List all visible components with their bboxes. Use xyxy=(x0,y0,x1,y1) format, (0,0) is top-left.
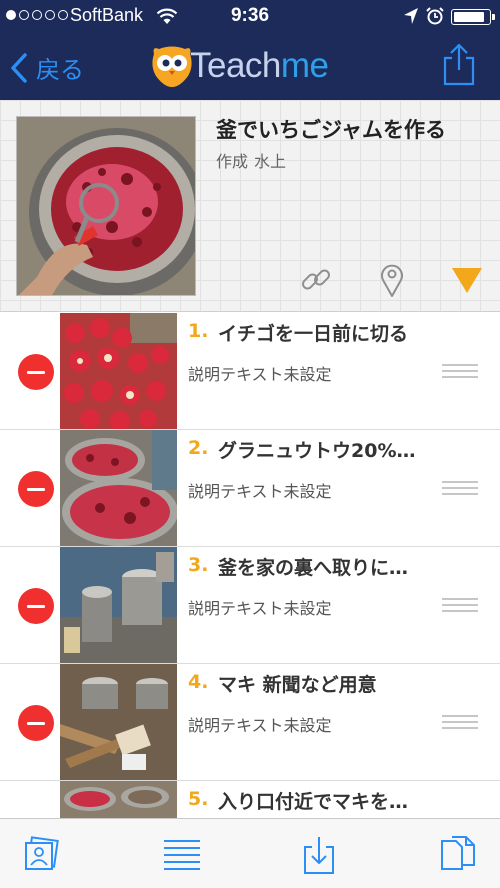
step-thumbnail[interactable] xyxy=(60,781,177,818)
battery-icon xyxy=(451,9,495,25)
step-title: イチゴを一日前に切る xyxy=(218,323,409,345)
step-row[interactable]: 2. グラニュウトウ20%… 説明テキスト未設定 xyxy=(0,430,500,547)
delete-icon[interactable] xyxy=(18,471,54,507)
author-line: 作成 水上 xyxy=(216,148,292,172)
step-row[interactable]: 3. 釜を家の裏へ取りに… 説明テキスト未設定 xyxy=(0,547,500,664)
step-thumbnail[interactable] xyxy=(60,430,177,546)
step-number: 3. xyxy=(188,554,209,576)
step-description: 説明テキスト未設定 xyxy=(188,365,332,384)
download-icon[interactable] xyxy=(299,833,339,875)
expand-triangle-icon[interactable] xyxy=(451,266,483,294)
navigation-bar: 戻る Teachme xyxy=(0,32,500,100)
step-title: マキ 新聞など用意 xyxy=(218,674,377,696)
reorder-grip-icon[interactable] xyxy=(442,715,478,729)
cover-photo-image xyxy=(17,117,195,295)
list-icon[interactable] xyxy=(162,833,202,875)
author-name: 水上 xyxy=(254,152,287,171)
reorder-grip-icon[interactable] xyxy=(442,364,478,378)
step-number: 1. xyxy=(188,320,209,342)
step-number: 2. xyxy=(188,437,209,459)
bottom-toolbar xyxy=(0,818,500,888)
back-button-label: 戻る xyxy=(36,56,84,84)
share-icon[interactable] xyxy=(442,42,476,86)
teachme-logo: Teachme xyxy=(150,44,370,90)
reorder-grip-icon[interactable] xyxy=(442,598,478,612)
cover-photo[interactable] xyxy=(16,116,196,296)
link-icon[interactable] xyxy=(300,264,332,296)
author-prefix: 作成 xyxy=(216,152,249,171)
location-pin-icon[interactable] xyxy=(380,262,404,298)
back-chevron-icon xyxy=(11,52,27,83)
copy-icon[interactable] xyxy=(438,833,478,875)
step-description: 説明テキスト未設定 xyxy=(188,482,332,501)
reorder-grip-icon[interactable] xyxy=(442,481,478,495)
step-number: 4. xyxy=(188,671,209,693)
delete-icon[interactable] xyxy=(18,354,54,390)
lesson-title: 釜でいちごジャムを作る xyxy=(216,118,446,142)
photos-icon[interactable] xyxy=(22,833,62,875)
alarm-icon xyxy=(426,7,444,25)
step-number: 5. xyxy=(188,788,209,810)
step-title: 釜を家の裏へ取りに… xyxy=(218,557,409,579)
status-bar: SoftBank 9:36 xyxy=(0,0,500,32)
back-button[interactable]: 戻る xyxy=(10,50,84,85)
logo-wordmark: Teachme xyxy=(190,46,329,86)
step-row[interactable]: 5. 入り口付近でマキを… xyxy=(0,781,500,818)
logo-text-teach: Teach xyxy=(190,46,281,85)
step-thumbnail[interactable] xyxy=(60,547,177,663)
logo-text-me: me xyxy=(280,46,329,85)
step-description: 説明テキスト未設定 xyxy=(188,716,332,735)
delete-icon[interactable] xyxy=(18,705,54,741)
step-thumbnail[interactable] xyxy=(60,664,177,780)
step-title: グラニュウトウ20%… xyxy=(218,440,416,462)
location-arrow-icon xyxy=(404,8,418,24)
step-title: 入り口付近でマキを… xyxy=(218,791,409,813)
delete-icon[interactable] xyxy=(18,588,54,624)
step-list[interactable]: 1. イチゴを一日前に切る 説明テキスト未設定 2. グラニュウトウ20%… 説… xyxy=(0,313,500,818)
step-description: 説明テキスト未設定 xyxy=(188,599,332,618)
step-thumbnail[interactable] xyxy=(60,313,177,429)
step-row[interactable]: 1. イチゴを一日前に切る 説明テキスト未設定 xyxy=(0,313,500,430)
lesson-header: 釜でいちごジャムを作る 作成 水上 xyxy=(0,100,500,312)
teachme-owl-logo-icon xyxy=(152,46,192,87)
top-bar: SoftBank 9:36 戻る Teachme xyxy=(0,0,500,100)
step-row[interactable]: 4. マキ 新聞など用意 説明テキスト未設定 xyxy=(0,664,500,781)
